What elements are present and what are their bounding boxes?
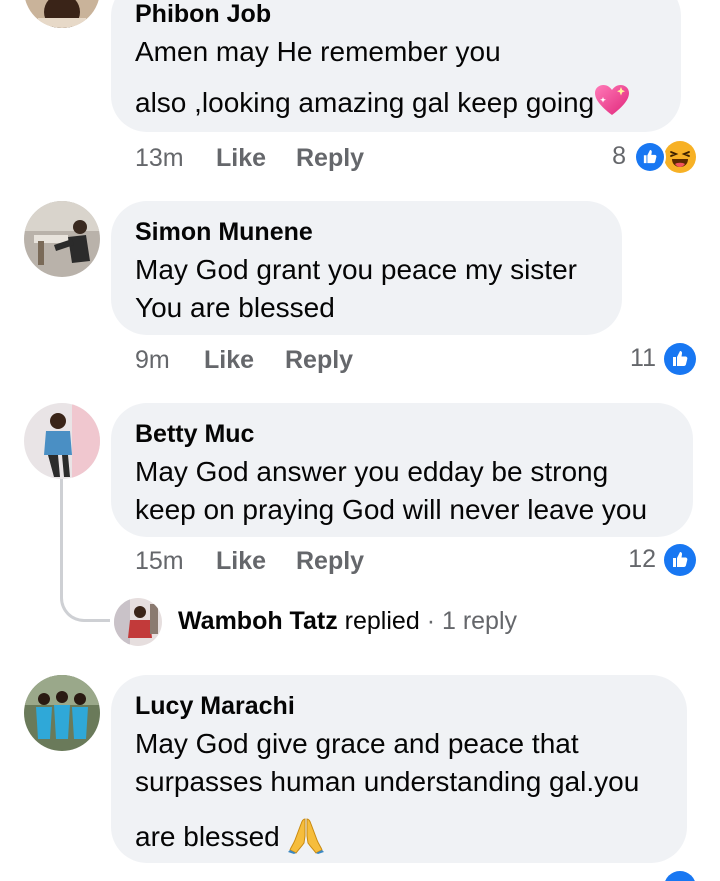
like-icon [634,141,666,173]
comment-bubble: Betty Muc May God answer you edday be st… [111,403,693,537]
reactions-summary[interactable]: 11 [590,342,700,376]
reaction-count: 11 [630,344,656,372]
comment-text-line: You are blessed [135,292,335,323]
like-button[interactable]: Like [216,144,266,173]
comment-text-line: Amen may He remember you [135,36,501,67]
comment-text-line: also ,looking amazing gal keep going [135,84,630,119]
comment-author[interactable]: Betty Muc [135,420,254,449]
reply-count: 1 reply [441,607,518,635]
avatar-betty-muc[interactable] [24,403,100,479]
comment-text-line: May God give grace and peace that [135,728,579,759]
reply-thread-line [60,478,110,622]
comment-actions: 15m Like Reply [135,547,435,577]
comment-actions: 13m Like Reply [135,144,435,174]
sparkling-heart-emoji-icon [594,84,630,118]
avatar-simon-munene[interactable] [24,201,100,277]
comment-text-line: keep on praying God will never leave you [135,494,648,525]
comment-bubble: Lucy Marachi May God give grace and peac… [111,675,687,863]
reply-button[interactable]: Reply [296,144,364,173]
reply-button[interactable]: Reply [285,346,353,375]
comment-author[interactable]: Simon Munene [135,218,313,247]
avatar-lucy-marachi[interactable] [24,675,100,751]
reply-summary-text: Wamboh Tatz replied · 1 reply [178,607,517,636]
comment-timestamp[interactable]: 15m [135,547,184,576]
comment-timestamp[interactable]: 13m [135,144,184,173]
reaction-count: 8 [612,142,626,170]
comment-author[interactable]: Lucy Marachi [135,692,295,721]
comment-bubble: Simon Munene May God grant you peace my … [111,201,622,335]
comment-timestamp[interactable]: 9m [135,346,170,375]
reactions-summary[interactable]: 8 [560,140,700,174]
haha-icon [664,141,696,173]
folded-hands-emoji-icon [287,816,324,854]
like-icon [664,544,696,576]
comment-actions: 9m Like Reply [135,346,435,376]
reaction-count: 12 [628,545,656,573]
comment-text-line: surpasses human understanding gal.you [135,766,640,797]
comment-text-line: May God grant you peace my sister [135,254,577,285]
avatar-wamboh-tatz [114,598,162,646]
reactions-summary[interactable]: 12 [590,543,700,577]
view-replies-link[interactable]: Wamboh Tatz replied · 1 reply [114,598,534,646]
comment-text: are blessed [135,821,280,852]
comment-text: also ,looking amazing gal keep going [135,87,595,118]
like-button[interactable]: Like [204,346,254,375]
comment-author[interactable]: Phibon Job [135,0,271,29]
comment-text-line: May God answer you edday be strong [135,456,609,487]
avatar-phibon-job[interactable] [24,0,100,28]
comment-bubble: Phibon Job Amen may He remember you also… [111,0,681,132]
like-button[interactable]: Like [216,547,266,576]
reply-author: Wamboh Tatz [178,607,338,635]
like-icon [664,343,696,375]
reply-button[interactable]: Reply [296,547,364,576]
like-icon [664,871,696,881]
reply-separator: · [426,607,436,635]
reply-verb: replied [344,607,420,635]
comment-text-line: are blessed [135,816,324,854]
